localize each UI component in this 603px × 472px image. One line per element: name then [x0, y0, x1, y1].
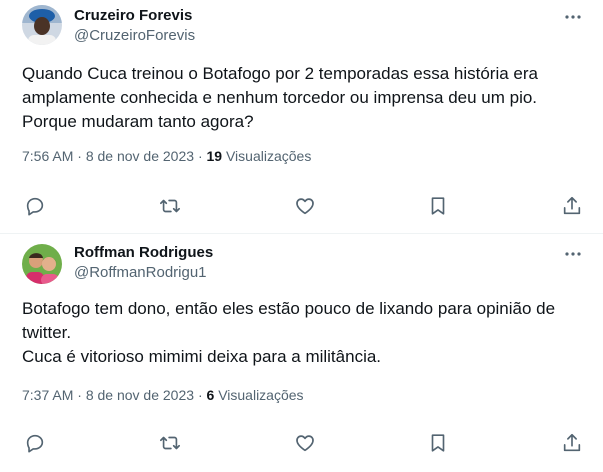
retweet-icon[interactable] — [159, 432, 183, 456]
more-icon[interactable] — [563, 7, 583, 27]
meta-separator: · — [197, 148, 203, 164]
views-label: Visualizações — [218, 387, 304, 403]
meta-separator: · — [77, 387, 82, 403]
tweet-time[interactable]: 7:56 AM — [22, 148, 73, 164]
tweet-text: Botafogo tem dono, então eles estão pouc… — [22, 299, 556, 366]
action-bar — [0, 195, 603, 219]
tweet-time[interactable]: 7:37 AM — [22, 387, 73, 403]
avatar[interactable] — [22, 244, 62, 284]
meta-separator: · — [197, 387, 203, 403]
reply-icon[interactable] — [24, 432, 48, 456]
bookmark-icon[interactable] — [427, 195, 451, 219]
views-count: 19 — [206, 148, 223, 164]
heart-icon[interactable] — [294, 195, 318, 219]
tweet-text: Quando Cuca treinou o Botafogo por 2 tem… — [22, 64, 538, 131]
views-count: 6 — [206, 387, 215, 403]
display-name[interactable]: Roffman Rodrigues — [74, 244, 213, 261]
user-handle[interactable]: @CruzeiroForevis — [74, 27, 195, 44]
tweet[interactable]: Roffman Rodrigues @RoffmanRodrigu1 Botaf… — [0, 233, 603, 472]
meta-separator: · — [77, 148, 82, 164]
tweet-date[interactable]: 8 de nov de 2023 — [86, 148, 194, 164]
share-icon[interactable] — [561, 432, 585, 456]
display-name[interactable]: Cruzeiro Forevis — [74, 7, 192, 24]
action-bar — [0, 432, 603, 456]
avatar[interactable] — [22, 5, 62, 45]
tweet-meta: 7:56 AM · 8 de nov de 2023 · 19 Visualiz… — [22, 148, 311, 164]
tweet-date[interactable]: 8 de nov de 2023 — [86, 387, 194, 403]
heart-icon[interactable] — [294, 432, 318, 456]
views-label: Visualizações — [225, 148, 312, 164]
tweet-meta: 7:37 AM · 8 de nov de 2023 · 6 Visualiza… — [22, 387, 304, 403]
more-icon[interactable] — [563, 244, 583, 264]
user-handle[interactable]: @RoffmanRodrigu1 — [74, 264, 207, 281]
share-icon[interactable] — [561, 195, 585, 219]
reply-icon[interactable] — [24, 195, 48, 219]
retweet-icon[interactable] — [159, 195, 183, 219]
bookmark-icon[interactable] — [427, 432, 451, 456]
tweet[interactable]: Cruzeiro Forevis @CruzeiroForevis Quando… — [0, 0, 603, 233]
